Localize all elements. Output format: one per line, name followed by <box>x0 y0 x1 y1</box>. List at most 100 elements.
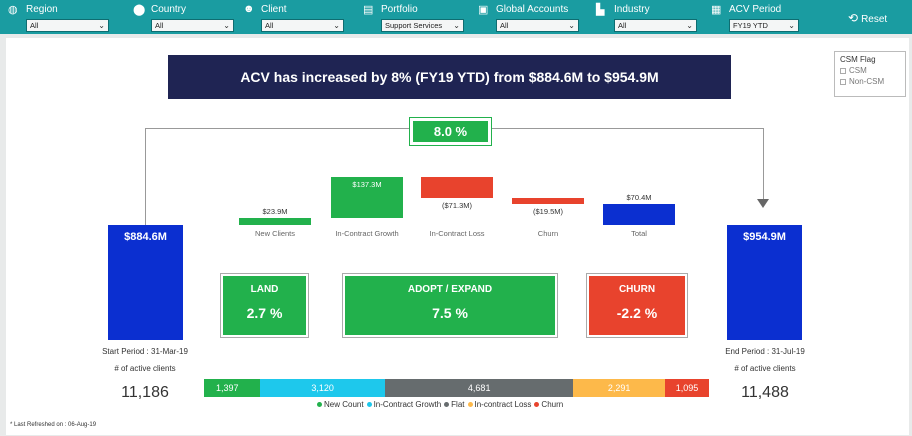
end-acv-value: $954.9M <box>743 231 786 243</box>
globe-icon: ◍ <box>8 4 18 16</box>
reset-button[interactable]: ⟲ Reset <box>848 11 887 25</box>
filter-dropdown[interactable]: All ⌄ <box>496 19 579 32</box>
last-refreshed-note: * Last Refreshed on : 06-Aug-19 <box>10 422 97 428</box>
waterfall-value-label: $70.4M <box>626 192 652 202</box>
filter-label: Country <box>151 4 187 15</box>
chevron-down-icon: ⌄ <box>98 21 105 30</box>
portfolio-icon: ▤ <box>363 4 374 16</box>
legend-item: Churn <box>541 400 564 409</box>
legend-dot-icon <box>534 402 540 408</box>
filter-value: Support Services <box>385 21 443 30</box>
filter-dropdown[interactable]: Support Services ⌄ <box>381 19 464 32</box>
waterfall-value-label: ($71.3M) <box>441 201 472 211</box>
filter-label: Client <box>261 4 287 15</box>
churn-kpi-card: CHURN -2.2 % <box>586 273 688 338</box>
csm-option-label: CSM <box>849 66 867 75</box>
start-acv-bar: $884.6M <box>108 225 183 340</box>
filter-dropdown[interactable]: All ⌄ <box>26 19 109 32</box>
end-clients-count: 11,488 <box>741 384 789 401</box>
connector-right-horizontal <box>492 128 763 129</box>
end-period: End Period : 31-Jul-19 <box>725 347 805 356</box>
csm-option[interactable]: CSM <box>840 66 900 75</box>
csm-flag-slicer: CSM Flag CSM Non-CSM <box>834 51 906 97</box>
filter-label: Portfolio <box>381 4 418 15</box>
chevron-down-icon: ⌄ <box>453 21 460 30</box>
chevron-down-icon: ⌄ <box>788 21 795 30</box>
start-clients-count: 11,186 <box>121 384 169 401</box>
filter-value: All <box>30 21 39 30</box>
end-clients-label: # of active clients <box>734 364 796 373</box>
people-icon: ☻ <box>243 3 255 15</box>
filter-value: All <box>500 21 509 30</box>
stacked-bar-segment: 3,120 <box>260 379 386 397</box>
legend-item: Flat <box>451 400 465 409</box>
csm-flag-title: CSM Flag <box>840 55 876 64</box>
filter-dropdown[interactable]: All ⌄ <box>151 19 234 32</box>
connector-left-vertical <box>145 128 146 225</box>
filter-bar: ◍ Region All ⌄ ⬤ Country All ⌄ ☻ Client All ⌄ ▤ Portf… <box>0 0 912 34</box>
checkbox-icon <box>840 78 846 85</box>
reset-label: Reset <box>861 14 888 25</box>
chevron-down-icon: ⌄ <box>686 21 693 30</box>
chevron-down-icon: ⌄ <box>333 21 340 30</box>
checkbox-icon <box>840 67 846 74</box>
filter-value: FY19 YTD <box>733 21 768 30</box>
undo-icon: ⟲ <box>848 11 859 25</box>
non-csm-option[interactable]: Non-CSM <box>840 77 900 86</box>
land-kpi-title: LAND <box>250 284 279 295</box>
start-acv-value: $884.6M <box>124 231 167 243</box>
end-acv-bar: $954.9M <box>727 225 802 340</box>
stacked-bar-segment: 4,681 <box>385 379 574 397</box>
waterfall-value-label: ($19.5M) <box>532 206 563 216</box>
legend-item: In-contract Loss <box>474 400 532 409</box>
churn-kpi-title: CHURN <box>618 284 656 295</box>
filter-label: ACV Period <box>729 4 782 15</box>
waterfall-category-label: New Clients <box>254 229 295 238</box>
waterfall-bar <box>512 198 584 204</box>
connector-left-horizontal <box>145 128 409 129</box>
growth-percent-box: 8.0 % <box>409 117 492 146</box>
accounts-icon: ▣ <box>478 4 489 16</box>
start-period: Start Period : 31-Mar-19 <box>102 347 188 356</box>
location-pin-icon: ⬤ <box>133 4 146 16</box>
connector-right-vertical <box>763 128 764 200</box>
filter-value: All <box>618 21 627 30</box>
filter-label: Global Accounts <box>496 4 569 15</box>
chevron-down-icon: ⌄ <box>568 21 575 30</box>
start-clients-label: # of active clients <box>114 364 176 373</box>
filter-dropdown[interactable]: All ⌄ <box>261 19 344 32</box>
down-arrow-icon <box>757 199 769 208</box>
stacked-bar-legend: New Count In-Contract Growth Flat In-contra… <box>314 400 563 409</box>
churn-kpi-value: -2.2 % <box>616 305 658 321</box>
waterfall-value-label: $137.3M <box>352 179 382 189</box>
growth-percent-value: 8.0 % <box>413 121 488 142</box>
waterfall-bar <box>421 176 493 199</box>
chevron-down-icon: ⌄ <box>223 21 230 30</box>
calendar-icon: ▦ <box>711 4 722 16</box>
non-csm-option-label: Non-CSM <box>849 77 885 86</box>
legend-dot-icon <box>444 402 450 408</box>
stacked-bar-segment: 2,291 <box>573 379 666 397</box>
stacked-bar-segment: 1,095 <box>665 379 709 397</box>
waterfall-value-label: $23.9M <box>262 206 288 216</box>
land-kpi-value: 2.7 % <box>246 305 283 321</box>
adopt-expand-kpi-title: ADOPT / EXPAND <box>407 284 493 295</box>
filter-value: All <box>155 21 164 30</box>
filter-label: Region <box>26 4 58 15</box>
legend-dot-icon <box>317 402 322 408</box>
waterfall-bar <box>603 203 675 225</box>
filter-label: Industry <box>614 4 650 15</box>
filter-dropdown[interactable]: All ⌄ <box>614 19 697 32</box>
waterfall-category-label: In-Contract Loss <box>429 229 485 238</box>
factory-icon: ▙ <box>596 4 605 16</box>
adopt-expand-kpi-value: 7.5 % <box>432 305 468 321</box>
filter-dropdown[interactable]: FY19 YTD ⌄ <box>729 19 799 32</box>
land-kpi-card: LAND 2.7 % <box>220 273 309 338</box>
waterfall-category-label: In-Contract Growth <box>335 229 399 238</box>
adopt-expand-kpi-card: ADOPT / EXPAND 7.5 % <box>342 273 558 338</box>
stacked-bar-segment: 1,397 <box>204 379 261 397</box>
waterfall-bar <box>239 217 311 225</box>
legend-item: In-Contract Growth <box>373 400 442 409</box>
waterfall-category-label: Total <box>631 229 647 238</box>
headline-banner: ACV has increased by 8% (FY19 YTD) from … <box>168 55 731 99</box>
